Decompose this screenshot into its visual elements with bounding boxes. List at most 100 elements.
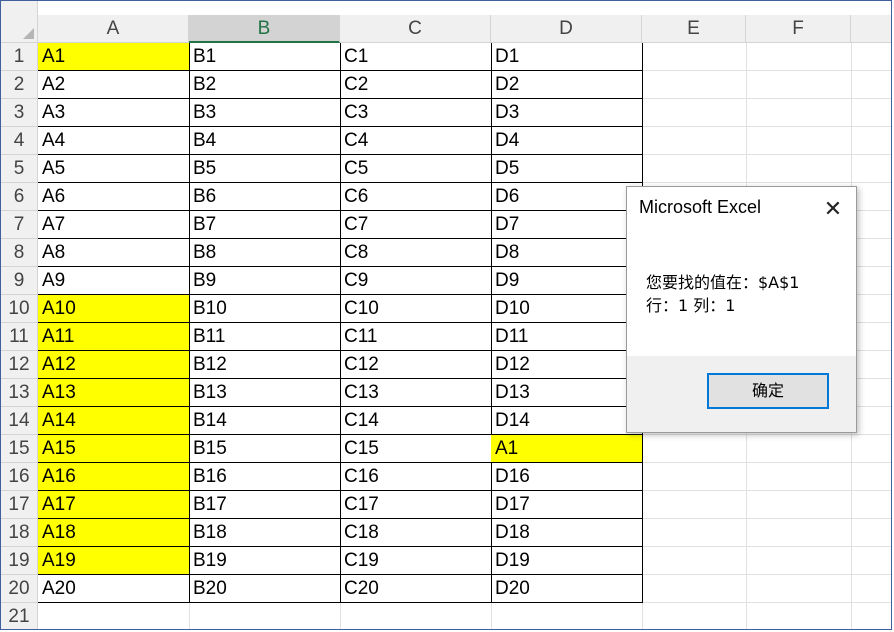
row-header-7[interactable]: 7: [1, 211, 38, 239]
row-header-12[interactable]: 12: [1, 351, 38, 379]
cell-d12[interactable]: D12: [491, 351, 643, 379]
column-header-c[interactable]: C: [340, 15, 491, 43]
cell-d2[interactable]: D2: [491, 71, 643, 99]
cell-c5[interactable]: C5: [340, 155, 492, 183]
cell-c10[interactable]: C10: [340, 295, 492, 323]
column-header-e[interactable]: E: [642, 15, 746, 43]
cell-c19[interactable]: C19: [340, 547, 492, 575]
cell-d15[interactable]: A1: [491, 435, 643, 463]
column-header-f[interactable]: F: [746, 15, 851, 43]
cell-c14[interactable]: C14: [340, 407, 492, 435]
row-header-11[interactable]: 11: [1, 323, 38, 351]
cell-b8[interactable]: B8: [189, 239, 341, 267]
cell-d10[interactable]: D10: [491, 295, 643, 323]
cell-b18[interactable]: B18: [189, 519, 341, 547]
row-header-8[interactable]: 8: [1, 239, 38, 267]
cell-d3[interactable]: D3: [491, 99, 643, 127]
cell-c15[interactable]: C15: [340, 435, 492, 463]
cell-d14[interactable]: D14: [491, 407, 643, 435]
cell-b3[interactable]: B3: [189, 99, 341, 127]
cell-b9[interactable]: B9: [189, 267, 341, 295]
cell-a3[interactable]: A3: [38, 99, 190, 127]
cell-a13[interactable]: A13: [38, 379, 190, 407]
cell-d18[interactable]: D18: [491, 519, 643, 547]
close-icon[interactable]: ✕: [817, 195, 849, 223]
cell-d13[interactable]: D13: [491, 379, 643, 407]
cell-c4[interactable]: C4: [340, 127, 492, 155]
cell-a11[interactable]: A11: [38, 323, 190, 351]
cell-b19[interactable]: B19: [189, 547, 341, 575]
cell-d9[interactable]: D9: [491, 267, 643, 295]
cell-d1[interactable]: D1: [491, 43, 643, 71]
cell-a18[interactable]: A18: [38, 519, 190, 547]
cell-c2[interactable]: C2: [340, 71, 492, 99]
cell-a8[interactable]: A8: [38, 239, 190, 267]
row-header-13[interactable]: 13: [1, 379, 38, 407]
row-header-3[interactable]: 3: [1, 99, 38, 127]
row-header-14[interactable]: 14: [1, 407, 38, 435]
row-header-5[interactable]: 5: [1, 155, 38, 183]
row-header-19[interactable]: 19: [1, 547, 38, 575]
cell-d4[interactable]: D4: [491, 127, 643, 155]
row-header-16[interactable]: 16: [1, 463, 38, 491]
row-header-15[interactable]: 15: [1, 435, 38, 463]
cell-c12[interactable]: C12: [340, 351, 492, 379]
column-header-a[interactable]: A: [38, 15, 189, 43]
cell-b17[interactable]: B17: [189, 491, 341, 519]
cell-c1[interactable]: C1: [340, 43, 492, 71]
cell-c7[interactable]: C7: [340, 211, 492, 239]
cell-b5[interactable]: B5: [189, 155, 341, 183]
cell-b7[interactable]: B7: [189, 211, 341, 239]
cell-a4[interactable]: A4: [38, 127, 190, 155]
cell-a10[interactable]: A10: [38, 295, 190, 323]
cell-b12[interactable]: B12: [189, 351, 341, 379]
row-header-21[interactable]: 21: [1, 603, 38, 629]
row-header-17[interactable]: 17: [1, 491, 38, 519]
cell-a16[interactable]: A16: [38, 463, 190, 491]
cell-b16[interactable]: B16: [189, 463, 341, 491]
cell-d7[interactable]: D7: [491, 211, 643, 239]
row-header-10[interactable]: 10: [1, 295, 38, 323]
cell-c8[interactable]: C8: [340, 239, 492, 267]
row-header-20[interactable]: 20: [1, 575, 38, 603]
cell-c11[interactable]: C11: [340, 323, 492, 351]
row-header-1[interactable]: 1: [1, 43, 38, 71]
row-header-9[interactable]: 9: [1, 267, 38, 295]
cell-b4[interactable]: B4: [189, 127, 341, 155]
cell-c17[interactable]: C17: [340, 491, 492, 519]
cell-d19[interactable]: D19: [491, 547, 643, 575]
row-header-6[interactable]: 6: [1, 183, 38, 211]
cell-a14[interactable]: A14: [38, 407, 190, 435]
cell-d6[interactable]: D6: [491, 183, 643, 211]
cell-c20[interactable]: C20: [340, 575, 492, 603]
cell-b14[interactable]: B14: [189, 407, 341, 435]
cell-a7[interactable]: A7: [38, 211, 190, 239]
cell-c6[interactable]: C6: [340, 183, 492, 211]
cell-b11[interactable]: B11: [189, 323, 341, 351]
cell-a15[interactable]: A15: [38, 435, 190, 463]
cell-a17[interactable]: A17: [38, 491, 190, 519]
cell-c3[interactable]: C3: [340, 99, 492, 127]
cell-a20[interactable]: A20: [38, 575, 190, 603]
cell-d5[interactable]: D5: [491, 155, 643, 183]
cell-d17[interactable]: D17: [491, 491, 643, 519]
cell-b2[interactable]: B2: [189, 71, 341, 99]
cell-c16[interactable]: C16: [340, 463, 492, 491]
column-header-d[interactable]: D: [491, 15, 642, 43]
column-header-b[interactable]: B: [189, 15, 340, 43]
select-all-corner[interactable]: [1, 1, 38, 43]
cell-c18[interactable]: C18: [340, 519, 492, 547]
cell-d20[interactable]: D20: [491, 575, 643, 603]
row-header-18[interactable]: 18: [1, 519, 38, 547]
cell-b20[interactable]: B20: [189, 575, 341, 603]
row-header-2[interactable]: 2: [1, 71, 38, 99]
cell-b10[interactable]: B10: [189, 295, 341, 323]
cell-b6[interactable]: B6: [189, 183, 341, 211]
cell-a19[interactable]: A19: [38, 547, 190, 575]
cell-d11[interactable]: D11: [491, 323, 643, 351]
cell-d16[interactable]: D16: [491, 463, 643, 491]
cell-a5[interactable]: A5: [38, 155, 190, 183]
cell-a6[interactable]: A6: [38, 183, 190, 211]
cell-c13[interactable]: C13: [340, 379, 492, 407]
ok-button[interactable]: 确定: [707, 373, 829, 409]
